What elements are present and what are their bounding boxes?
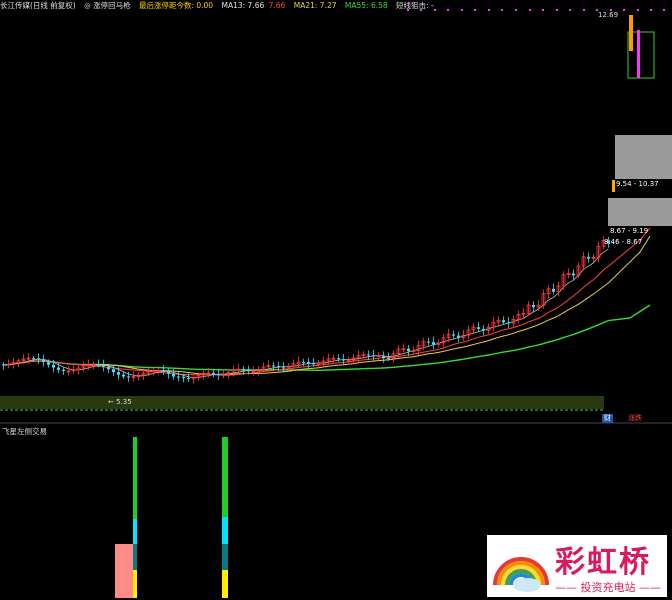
candle-body [507,322,510,324]
logo-brand: 彩虹桥 [555,545,651,580]
candle-body [307,362,310,364]
candle-body [342,359,345,361]
support-band [0,396,604,409]
indicator-title[interactable]: 飞星左侧交易 [2,426,47,437]
candle-body [97,364,100,366]
candle-body [372,355,375,357]
kline-chart[interactable] [0,0,672,600]
ma21-line [3,235,651,376]
ma13-line [3,227,651,376]
ma-extra-value: 7.66 [268,1,286,10]
zone-label-3: 8.46 - 8.67 [604,238,643,246]
limit-candle-orange [629,15,633,51]
candle-body [282,367,285,369]
candle-body [452,334,455,336]
zone-box-2 [608,198,672,226]
candle-body [277,366,280,368]
candle-body [337,358,340,360]
candles[interactable] [2,236,610,384]
ma55-value: MA55: 6.58 [344,1,388,10]
candle-body [382,355,385,358]
ma13-value: MA13: 7.66 [221,1,265,10]
candle-body [162,370,165,372]
candle-body [62,369,65,371]
candle-body [572,273,575,276]
candle-body [42,359,45,362]
indicator-bar-yellow-1 [133,570,137,598]
indicator-bar-green-2 [222,437,228,517]
candle-body [532,305,535,308]
candle-body [117,372,120,375]
candle-body [247,370,250,372]
watermark-logo: 彩虹桥 —— 投资充电站 —— [487,535,667,597]
logo-tagline: —— 投资充电站 —— [555,581,661,594]
candle-body [367,354,370,356]
candle-body [182,376,185,379]
candle-body [122,374,125,377]
candle-body [102,364,105,367]
indicator-bar-green-1 [133,437,137,519]
indicator-bar-teal-2 [222,544,228,570]
candle-body [167,371,170,374]
indicator-bar-pink [115,544,133,598]
candle-body [127,376,130,378]
candle-body [57,367,60,370]
candle-body [242,369,245,371]
candle-body [407,348,410,352]
candle-body [482,328,485,331]
last-limit-label: 最后涨停距今数: 0.00 [138,1,214,10]
zhangdie-badge[interactable]: 涨跌 [626,414,644,423]
indicator-bar-cyan-1 [133,519,137,544]
low-price-label: ← 5.35 [108,398,132,406]
candle-body [112,369,115,373]
zone-label-2: 8.67 - 9.19 [610,227,649,235]
candle-body [32,358,35,360]
candle-body [432,342,435,345]
candle-body [177,376,180,378]
high-price-label: 12.69 [598,11,619,19]
indicator-bar-cyan-2 [222,517,228,544]
limit-candle-magenta [637,30,640,78]
candle-body [387,357,390,359]
stock-name[interactable]: 长江传媒(日线 前复权) [0,1,76,10]
ma21-value: MA21: 7.27 [293,1,337,10]
zone-label-1: 9.54 - 10.37 [616,180,659,188]
ma5-line [3,248,609,379]
candle-body [212,372,215,375]
indicator-bar-yellow-2 [222,570,228,598]
indicator-bar-teal-1 [133,544,137,570]
candle-body [427,341,430,343]
candle-body [457,335,460,338]
candle-body [272,365,275,367]
candle-body [587,256,590,259]
cai-badge[interactable]: 财 [602,414,613,423]
candle-body [2,364,5,366]
candle-body [502,320,505,323]
candle-body [37,358,40,360]
indicator-name[interactable]: ◎ 涨停回马枪 [84,1,130,10]
candle-body [552,288,555,292]
candle-body [187,378,190,380]
candle-body [217,374,220,376]
chart-header: 长江传媒(日线 前复权) ◎ 涨停回马枪 最后涨停距今数: 0.00 MA13:… [0,0,672,11]
short-track-value: 短线狙击: - [396,1,434,10]
candle-body [312,363,315,365]
zone-box-1 [615,135,672,179]
candle-body [107,366,110,370]
candle-body [47,361,50,365]
candle-body [52,364,55,368]
candle-body [172,373,175,377]
candle-body [302,362,305,364]
candle-body [477,327,480,329]
